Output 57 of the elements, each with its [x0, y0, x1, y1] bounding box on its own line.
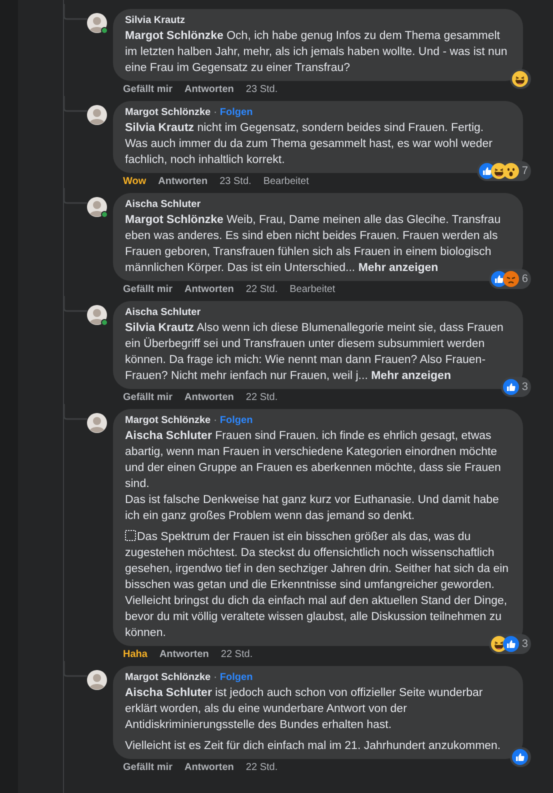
reaction-summary[interactable]: 6	[488, 268, 531, 289]
reaction-summary[interactable]	[510, 69, 531, 89]
author-name[interactable]: Silvia Krautz	[125, 14, 186, 28]
thumbs-up-icon	[502, 636, 519, 652]
reaction-summary[interactable]: 7	[476, 160, 531, 181]
author-name[interactable]: Margot Schlönzke	[125, 414, 211, 428]
timestamp[interactable]: 22 Std.	[246, 761, 278, 774]
comment-text: Vielleicht ist es Zeit für dich einfach mal im 21. Jahrhundert anzukommen.	[125, 739, 501, 754]
laughing-face-icon	[512, 71, 528, 87]
timestamp[interactable]: 22 Std.	[220, 648, 253, 661]
timestamp[interactable]: 22 Std.	[246, 283, 278, 296]
reply-link[interactable]: Antworten	[184, 391, 234, 404]
reply-link[interactable]: Antworten	[184, 83, 234, 96]
timestamp[interactable]: 23 Std.	[220, 175, 252, 188]
author-name[interactable]: Margot Schlönzke	[125, 106, 211, 120]
reaction-count: 6	[522, 272, 528, 286]
react-link[interactable]: Wow	[123, 175, 146, 188]
edited-label: Bearbeitet	[290, 283, 336, 296]
reaction-summary[interactable]: 3	[500, 376, 531, 397]
thumbs-up-icon	[512, 749, 528, 765]
author-name[interactable]: Aischa Schluter	[125, 306, 201, 320]
avatar[interactable]	[87, 305, 107, 325]
reply-link[interactable]: Antworten	[159, 648, 209, 661]
author-name[interactable]: Margot Schlönzke	[125, 671, 211, 685]
react-link[interactable]: Haha	[123, 648, 148, 661]
avatar[interactable]	[87, 670, 107, 690]
angry-face-icon	[502, 270, 519, 287]
see-more-link[interactable]: Mehr anzeigen	[358, 262, 438, 274]
timestamp[interactable]: 23 Std.	[246, 83, 278, 96]
see-more-link[interactable]: Mehr anzeigen	[371, 370, 451, 382]
timestamp[interactable]: 22 Std.	[246, 391, 278, 404]
avatar[interactable]	[87, 105, 107, 125]
reaction-count: 3	[522, 380, 528, 394]
react-link[interactable]: Gefällt mir	[123, 83, 172, 96]
reaction-count: 3	[522, 636, 528, 652]
react-link[interactable]: Gefällt mir	[123, 391, 172, 404]
comment-text: Aischa Schluter Frauen sind Frauen. ich finde es ehrlich gesagt, etwas abartig, wenn man Frauen in verschiedene Kategorien einordnen möchte und der einen Gruppe an Frauen es aberkennen möchte, dass sie Frauen sind. Das ist falsche Denkweise hat ganz kurz vor Euthanasie. Und damit habe ich ein ganz großes Problem wenn das jemand so denkt.	[125, 429, 502, 524]
thumbs-up-icon	[502, 378, 519, 395]
reaction-count: 7	[522, 164, 528, 178]
separator-dot: ·	[214, 414, 217, 428]
reaction-summary[interactable]: 3	[488, 634, 531, 654]
reply-link[interactable]: Antworten	[158, 175, 208, 188]
reply-link[interactable]: Antworten	[184, 283, 234, 296]
comment-text: Margot Schlönzke Och, ich habe genug Infos zu dem Thema gesammelt im letzten halben Jahr, mehr, als ich jemals haben wollte. Und - was ist nun eine Frau im Gegensatz zu einer Transfrau?	[125, 29, 508, 76]
reaction-summary[interactable]	[510, 747, 531, 767]
surprised-face-icon	[502, 162, 519, 179]
author-name[interactable]: Aischa Schluter	[125, 198, 201, 212]
separator-dot: ·	[214, 106, 217, 120]
separator-dot: ·	[214, 671, 217, 685]
avatar[interactable]	[87, 197, 107, 217]
avatar[interactable]	[87, 13, 107, 33]
reply-link[interactable]: Antworten	[184, 761, 234, 774]
react-link[interactable]: Gefällt mir	[123, 283, 172, 296]
avatar[interactable]	[87, 413, 107, 433]
comment-text: Aischa Schluter ist jedoch auch schon von offizieller Seite wunderbar erklärt worden, als du eine wunderbare Antwort von der Antidiskriminierungsstelle des Bundes erhalten hast.	[125, 686, 484, 733]
edited-label: Bearbeitet	[263, 175, 309, 188]
react-link[interactable]: Gefällt mir	[123, 761, 172, 774]
